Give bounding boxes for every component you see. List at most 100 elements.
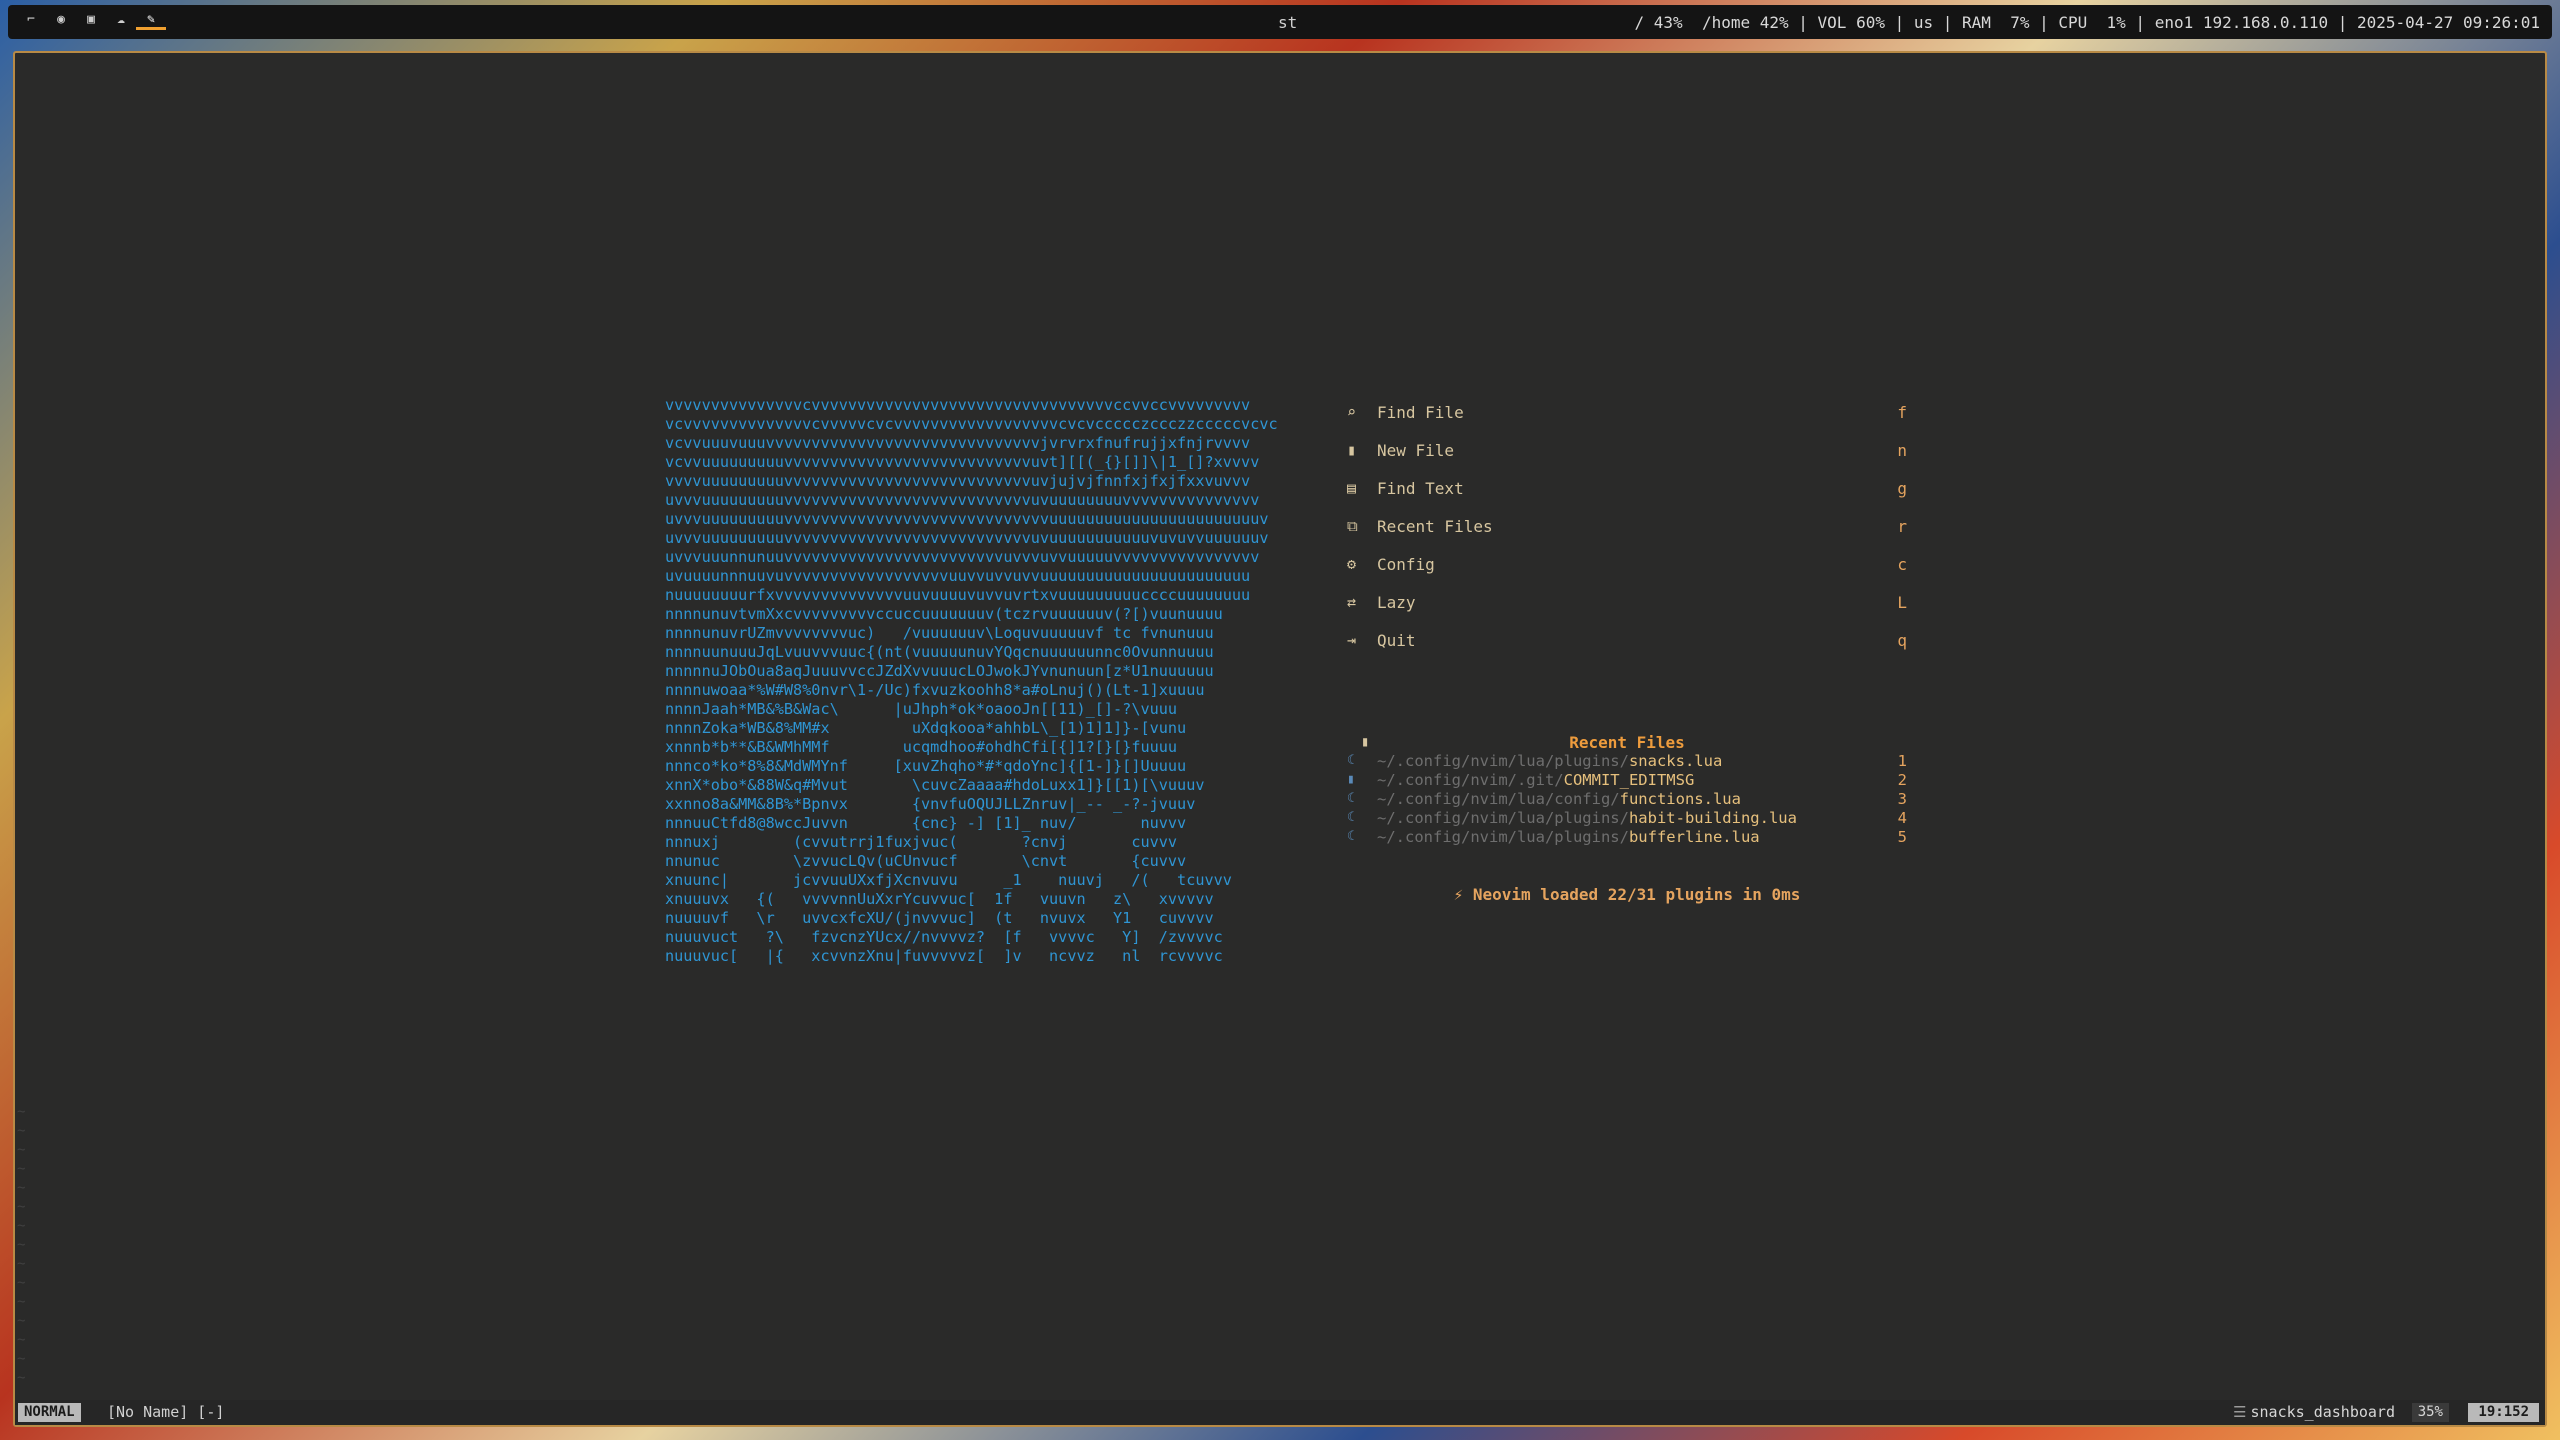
empty-line-markers: ~ ~ ~ ~ ~ ~ ~ ~ ~ ~ ~ ~ ~ ~ ~ [17,1104,26,1386]
ascii-art-line: nnnnnuJObOua8aqJuuuvvccJZdXvvuuucLOJwokJ… [665,662,1214,680]
recent-files-title: Recent Files [1569,733,1685,752]
menu-item-key: n [1897,440,1907,460]
filetype: ☰ snacks_dashboard [2233,1403,2395,1422]
startup-stats-text: Neovim loaded 22/31 plugins in 0ms [1472,885,1801,904]
ascii-art-line: nnnco*ko*8%8&MdWMYnf [xuvZhqho*#*qdoYnc]… [665,757,1187,775]
recent-file-name: functions.lua [1619,789,1741,808]
ascii-art-line: vvvvuuuuuuuuuvvvvvvvvvvvvvvvvvvvvvvvvvvv… [665,472,1251,490]
recent-file-name: bufferline.lua [1628,827,1760,846]
ascii-art-line: nnnuxj (cvvutrrj1fuxjvuc( ?cnvj cuvvv [665,833,1178,851]
recent-file-dir: ~/.config/nvim/.git/ [1377,770,1564,789]
recent-file-key: 4 [1897,808,1907,827]
ascii-art-line: nuuuuuuuurfxvvvvvvvvvvvvvvuuvuuuuvuvvuvr… [665,586,1251,604]
document-icon[interactable]: ▣ [76,12,106,30]
scroll-percent: 35% [2411,1403,2449,1422]
ascii-art-line: vcvvuuuuuuuuuvvvvvvvvvvvvvvvvvvvvvvvvvvv… [665,453,1260,471]
menu-item-new-file[interactable]: ▮ New File n [1347,431,1907,469]
menu-item-label: Lazy [1377,592,1416,612]
menu-item-find-text[interactable]: ▤ Find Text g [1347,469,1907,507]
recent-file-item[interactable]: ▮ ~/.config/nvim/.git/COMMIT_EDITMSG 2 [1347,770,1907,789]
lua-file-icon: ☾ [1347,829,1355,844]
ascii-art-line: vcvvvvvvvvvvvvvvcvvvvvcvcvvvvvvvvvvvvvvv… [665,415,1278,433]
ascii-art-line: nnnuuCtfd8@8wccJuvvn {cnc} -] [1]_ nuv/ … [665,814,1187,832]
ascii-art-header: vvvvvvvvvvvvvvvcvvvvvvvvvvvvvvvvvvvvvvvv… [665,396,1278,966]
text-file-icon: ▮ [1347,772,1355,787]
new-file-icon: ▮ [1347,441,1357,459]
recent-file-key: 5 [1897,827,1907,846]
buffer-name: [No Name] [-] [107,1403,225,1421]
ascii-art-line: nnnnuunuuuJqLvuuvvvuuc{(nt(vuuuuunuvYQqc… [665,643,1214,661]
filetype-label: snacks_dashboard [2250,1403,2396,1421]
recent-files-icon: ⧉ [1347,517,1358,535]
ascii-art-line: uvvvuuuuuuuuuvvvvvvvvvvvvvvvvvvvvvvvvvvv… [665,529,1269,547]
ascii-art-line: xnnnb*b**&B&WMhMMf ucqmdhoo#ohdhCfi[{]1?… [665,738,1178,756]
search-icon: ⌕ [1347,403,1357,421]
recent-file-key: 3 [1897,789,1907,808]
menu-item-quit[interactable]: ⇥ Quit q [1347,621,1907,659]
menu-item-label: Quit [1377,630,1416,650]
ascii-art-line: nuuuuvf \r uvvcxfcXU/(jnvvvuc] (t nvuvx … [665,909,1214,927]
cursor-position: 19:152 [2468,1403,2539,1422]
menu-item-key: L [1897,592,1907,612]
menu-item-label: New File [1377,440,1455,460]
startup-stats: ⚡ Neovim loaded 22/31 plugins in 0ms [1347,885,1907,904]
filetype-icon: ☰ [2233,1403,2247,1421]
ascii-art-line: xnuunc| jcvvuuUXxfjXcnvuvu _1 nuuvj /( t… [665,871,1232,889]
lua-file-icon: ☾ [1347,791,1355,806]
ascii-art-line: xnuuuvx {( vvvvnnUuXxrYcuvvuc[ 1f vuuvn … [665,890,1214,908]
lua-file-icon: ☾ [1347,753,1355,768]
menu-item-find-file[interactable]: ⌕ Find File f [1347,393,1907,431]
mode-indicator: NORMAL [18,1403,81,1422]
recent-file-dir: ~/.config/nvim/lua/plugins/ [1377,827,1629,846]
menu-item-key: r [1897,516,1907,536]
lazy-icon: ⇄ [1347,593,1357,611]
ascii-art-line: nnunuc \zvvucLQv(uCUnvucf \cnvt {cuvvv [665,852,1187,870]
firefox-icon[interactable]: ◉ [46,12,76,30]
recent-file-item[interactable]: ☾ ~/.config/nvim/lua/plugins/snacks.lua 1 [1347,751,1907,770]
menu-item-recent-files[interactable]: ⧉ Recent Files r [1347,507,1907,545]
menu-item-config[interactable]: ⚙ Config c [1347,545,1907,583]
recent-files-list: ☾ ~/.config/nvim/lua/plugins/snacks.lua 1 ▮… [1347,751,1907,846]
ascii-art-line: nnnnuwoaa*%W#W8%0nvr\1-/Uc)fxvuzkoohh8*a… [665,681,1205,699]
ascii-art-line: uvuuuunnnuuvuvvvvvvvvvvvvvvvvvvuuvvuvvuv… [665,567,1251,585]
dashboard-menu: ⌕ Find File f ▮ New File n ▤ Find Text g ⧉ Recent … [1347,393,1907,659]
find-text-icon: ▤ [1347,479,1357,497]
recent-file-dir: ~/.config/nvim/lua/plugins/ [1377,808,1629,827]
recent-file-dir: ~/.config/nvim/lua/config/ [1377,789,1620,808]
lua-file-icon: ☾ [1347,810,1355,825]
recent-file-item[interactable]: ☾ ~/.config/nvim/lua/plugins/habit-buildi… [1347,808,1907,827]
menu-item-lazy[interactable]: ⇄ Lazy L [1347,583,1907,621]
menu-item-key: q [1897,630,1907,650]
ascii-art-line: uvvvuuunnunuuvvvvvvvvvvvvvvvvvvvvvvvvuvv… [665,548,1260,566]
menu-item-label: Config [1377,554,1435,574]
menu-item-key: g [1897,478,1907,498]
ascii-art-line: nuuuvuc[ |{ xcvvnzXnu|fuvvvvvz[ ]v ncvvz… [665,947,1223,965]
recent-file-dir: ~/.config/nvim/lua/plugins/ [1377,751,1629,770]
menu-item-label: Find Text [1377,478,1464,498]
workspace-list: ⌐ ◉ ▣ ☁ ✎ [16,12,166,30]
ascii-art-line: nuuuvuct ?\ fzvcnzYUcx//nvvvvz? [f vvvvc… [665,928,1223,946]
ascii-art-line: vvvvvvvvvvvvvvvcvvvvvvvvvvvvvvvvvvvvvvvv… [665,396,1251,414]
menu-item-label: Find File [1377,402,1464,422]
menu-item-label: Recent Files [1377,516,1493,536]
ascii-art-line: nnnnJaah*MB&%B&Wac\ |uJhph*ok*oaooJn[[11… [665,700,1178,718]
quit-icon: ⇥ [1347,631,1357,649]
wrench-icon[interactable]: ✎ [136,12,166,30]
terminal-window[interactable]: vvvvvvvvvvvvvvvcvvvvvvvvvvvvvvvvvvvvvvvv… [13,51,2547,1427]
ascii-art-line: xnnX*obo*&88W&q#Mvut \cuvcZaaaa#hdoLuxx1… [665,776,1205,794]
terminal-icon[interactable]: ⌐ [16,12,46,30]
top-bar: ⌐ ◉ ▣ ☁ ✎ st / 43% /home 42% | VOL 60% | us … [8,5,2552,39]
recent-file-key: 2 [1897,770,1907,789]
system-status: / 43% /home 42% | VOL 60% | us | RAM 7% … [1634,13,2540,32]
recent-file-name: habit-building.lua [1628,808,1797,827]
lightning-icon: ⚡ [1453,885,1464,904]
recent-file-item[interactable]: ☾ ~/.config/nvim/lua/config/functions.lua… [1347,789,1907,808]
recent-file-name: snacks.lua [1628,751,1723,770]
ascii-art-line: vcvvuuuvuuuvvvvvvvvvvvvvvvvvvvvvvvvvvvvv… [665,434,1251,452]
gear-icon: ⚙ [1347,555,1357,573]
chat-icon[interactable]: ☁ [106,12,136,30]
ascii-art-line: xxnno8a&MM&8B%*Bpnvx {vnvfuOQUJLLZnruv|_… [665,795,1196,813]
menu-item-key: f [1897,402,1907,422]
ascii-art-line: nnnnZoka*WB&8%MM#x uXdqkooa*ahhbL\_[1)1]… [665,719,1187,737]
recent-file-item[interactable]: ☾ ~/.config/nvim/lua/plugins/bufferline.l… [1347,827,1907,846]
